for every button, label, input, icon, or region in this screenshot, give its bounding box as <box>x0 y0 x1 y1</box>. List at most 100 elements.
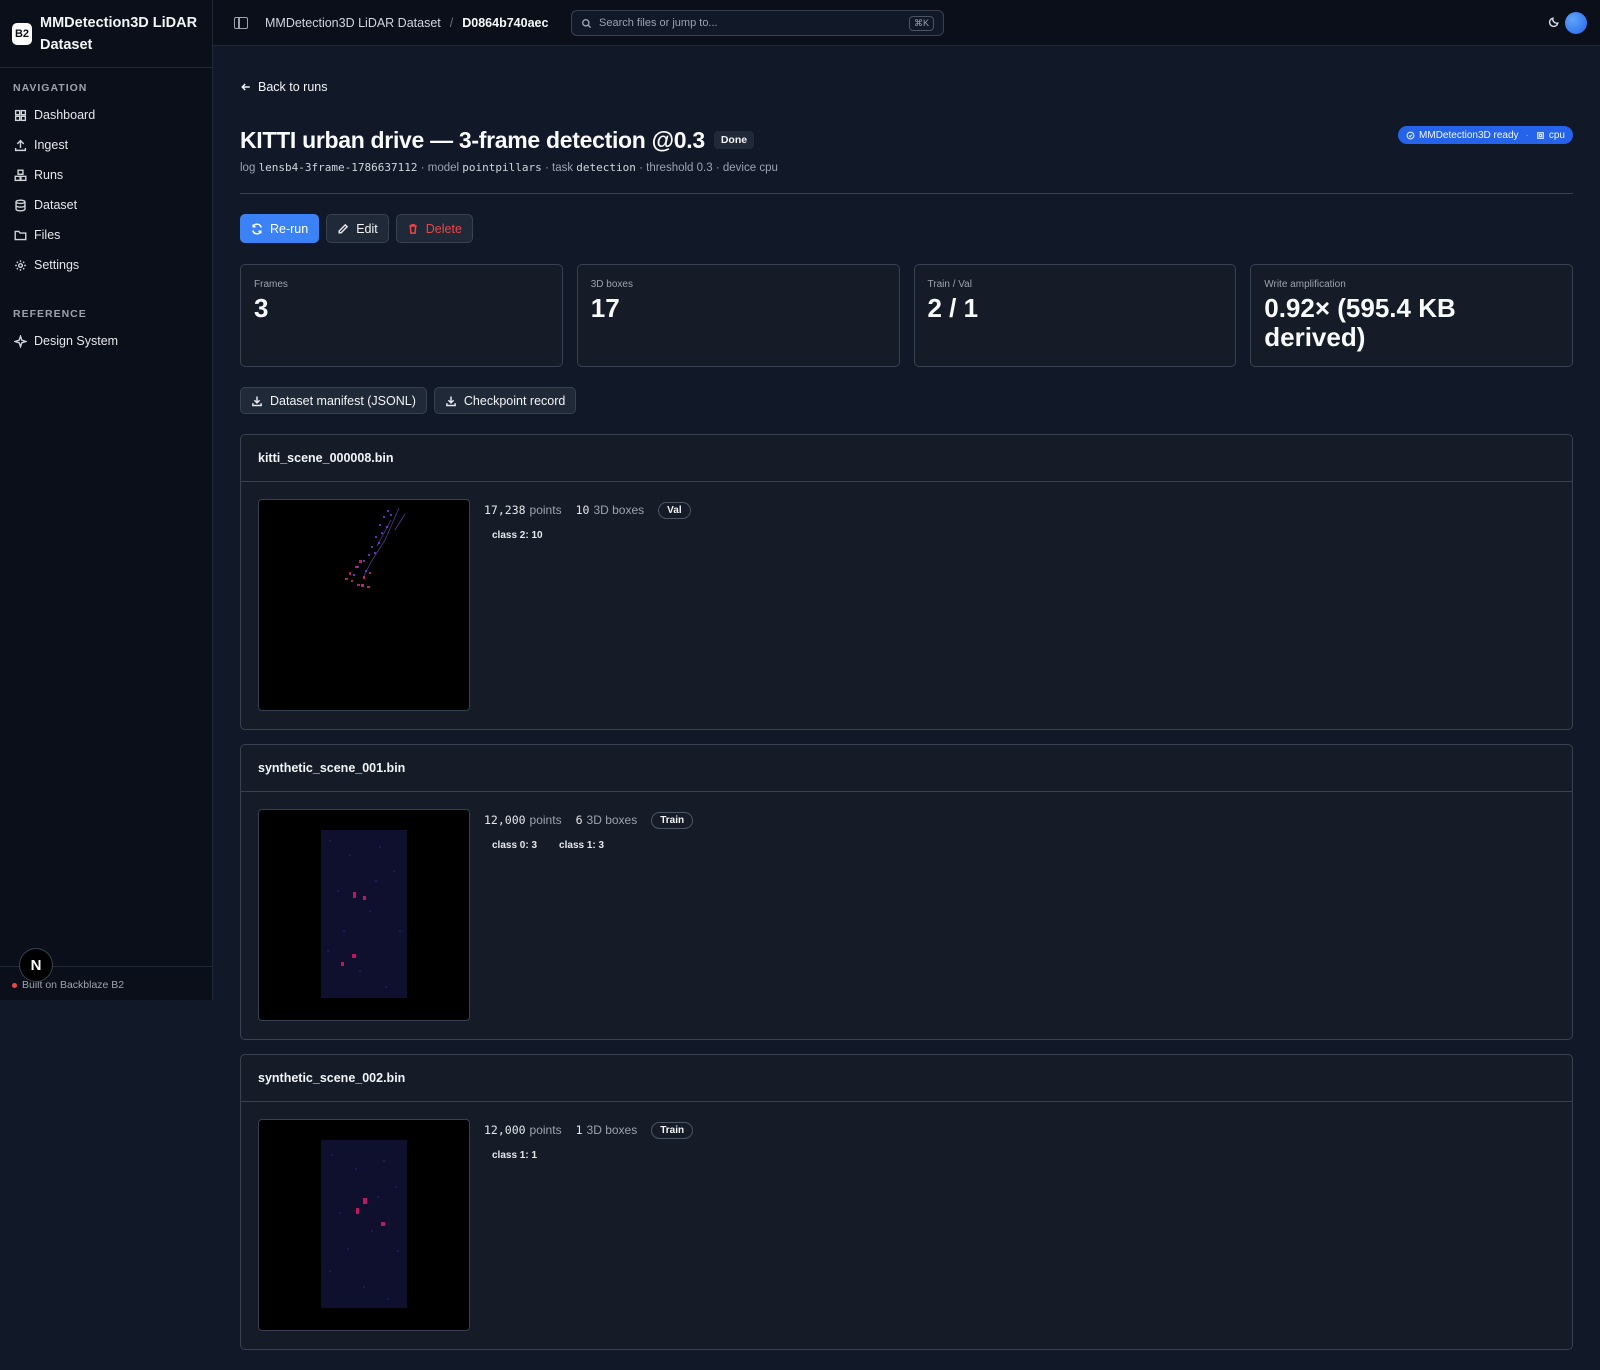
points-label: points <box>529 813 562 827</box>
separator-dot: · <box>1525 129 1529 141</box>
points-count: 17,238 <box>484 503 526 517</box>
stat-value: 17 <box>590 293 620 323</box>
grid-icon <box>14 109 27 121</box>
class-count: class 1: 3 <box>559 840 605 851</box>
sidebar-toggle-icon[interactable] <box>234 16 248 29</box>
breadcrumb-current: D0864b740aec <box>462 15 549 30</box>
meta-threshold-label: threshold <box>646 162 694 174</box>
check-circle-icon <box>1406 131 1415 139</box>
divider <box>240 193 1573 194</box>
database-icon <box>15 199 26 211</box>
stat-card: Frames 3 <box>240 264 563 367</box>
rerun-button[interactable]: Re-run <box>240 214 320 243</box>
sidebar-item-label: Ingest <box>34 138 69 152</box>
sidebar-item-label: Runs <box>34 168 64 182</box>
brand-logo: B2 <box>12 22 32 45</box>
pointcloud-thumbnail[interactable] <box>258 809 470 1021</box>
meta-task-label: task <box>552 162 574 174</box>
meta-log-value: lensb4-3frame-1786637112 <box>258 161 418 174</box>
meta-task-value: detection <box>576 161 636 174</box>
pointcloud-thumbnail[interactable] <box>258 1119 470 1331</box>
edit-button[interactable]: Edit <box>326 214 389 243</box>
main-content: Back to runs KITTI urban drive — 3-frame… <box>240 46 1573 1350</box>
sidebar-item-label: Files <box>34 228 61 242</box>
scene-card: synthetic_scene_002.bin 12,000 points 1 … <box>240 1054 1573 1350</box>
avatar[interactable] <box>1565 12 1587 34</box>
n-badge-button[interactable]: N <box>19 948 53 982</box>
pointcloud-thumbnail[interactable] <box>258 499 470 711</box>
stat-label: Train / Val <box>927 279 972 290</box>
sidebar-item-dashboard[interactable]: Dashboard <box>0 100 212 130</box>
class-count: class 1: 1 <box>492 1150 538 1161</box>
split-badge: Train <box>651 811 694 829</box>
sidebar-item-settings[interactable]: Settings <box>0 250 212 280</box>
device-label: cpu <box>1548 129 1565 141</box>
trash-icon <box>409 223 417 234</box>
boxes-label: 3D boxes <box>586 813 638 827</box>
theme-toggle[interactable] <box>1548 16 1560 28</box>
pencil-icon <box>338 223 349 233</box>
sidebar-item-ingest[interactable]: Ingest <box>0 130 212 160</box>
cpu-icon <box>1537 131 1544 139</box>
download-checkpoint-button[interactable]: Checkpoint record <box>433 387 577 414</box>
sidebar-item-design-system[interactable]: Design System <box>0 326 212 356</box>
points-label: points <box>529 503 562 517</box>
split-badge: Train <box>651 1121 694 1139</box>
sidebar-item-label: Dataset <box>34 198 78 212</box>
sidebar-item-runs[interactable]: Runs <box>0 160 212 190</box>
boxes-count: 10 <box>575 503 590 517</box>
breadcrumb: MMDetection3D LiDAR Dataset / D0864b740a… <box>265 16 548 30</box>
meta-log-label: log <box>240 162 256 174</box>
meta-model-value: pointpillars <box>462 161 542 174</box>
ready-label: MMDetection3D ready <box>1419 129 1519 141</box>
boxes-count: 6 <box>575 813 583 827</box>
status-badge: Done <box>713 131 755 149</box>
boxes-icon <box>14 169 27 181</box>
action-bar: Re-run Edit Delete <box>240 214 1573 243</box>
refresh-icon <box>252 222 262 235</box>
points-label: points <box>529 1123 562 1137</box>
sparkle-icon <box>14 334 27 348</box>
pointcloud-image <box>345 507 406 588</box>
class-count: class 2: 10 <box>492 530 543 541</box>
status-dot <box>12 982 17 988</box>
delete-button[interactable]: Delete <box>395 214 473 243</box>
moon-icon <box>1548 17 1559 28</box>
sidebar-item-label: Settings <box>34 258 80 272</box>
nav-heading: NAVIGATION <box>13 82 88 94</box>
stat-label: 3D boxes <box>590 279 633 290</box>
stat-card: Write amplification 0.92× (595.4 KB deri… <box>1250 264 1573 367</box>
meta-device-value: cpu <box>759 162 778 174</box>
pointcloud-image <box>321 1140 407 1308</box>
sidebar: B2 MMDetection3D LiDAR Dataset NAVIGATIO… <box>0 0 213 1000</box>
delete-label: Delete <box>425 221 462 236</box>
points-count: 12,000 <box>484 813 526 827</box>
stat-card: 3D boxes 17 <box>576 264 900 367</box>
ready-badge: MMDetection3D ready · cpu <box>1398 126 1573 144</box>
search-shortcut: ⌘K <box>908 15 934 31</box>
back-to-runs-link[interactable]: Back to runs <box>240 79 1573 95</box>
sidebar-item-files[interactable]: Files <box>0 220 212 250</box>
search-input[interactable]: Search files or jump to... ⌘K <box>571 10 944 36</box>
run-meta: log lensb4-3frame-1786637112 · model poi… <box>240 161 778 174</box>
stat-value: 2 / 1 <box>927 293 979 323</box>
scene-filename: synthetic_scene_001.bin <box>241 745 1572 792</box>
points-count: 12,000 <box>484 1123 526 1137</box>
download-icon <box>446 396 456 406</box>
split-badge: Val <box>658 501 691 519</box>
boxes-label: 3D boxes <box>586 1123 638 1137</box>
sidebar-item-dataset[interactable]: Dataset <box>0 190 212 220</box>
brand[interactable]: B2 MMDetection3D LiDAR Dataset <box>0 0 212 68</box>
stat-label: Frames <box>254 279 288 290</box>
breadcrumb-item[interactable]: MMDetection3D LiDAR Dataset <box>265 16 441 30</box>
manifest-label: Dataset manifest (JSONL) <box>270 393 416 408</box>
stat-label: Write amplification <box>1264 279 1346 290</box>
checkpoint-label: Checkpoint record <box>463 393 566 408</box>
boxes-count: 1 <box>575 1123 583 1137</box>
meta-model-label: model <box>427 162 460 174</box>
topbar: MMDetection3D LiDAR Dataset / D0864b740a… <box>213 0 1600 46</box>
sidebar-item-label: Dashboard <box>34 108 96 122</box>
stat-value: 0.92× (595.4 KB derived) <box>1264 293 1456 352</box>
download-manifest-button[interactable]: Dataset manifest (JSONL) <box>240 387 427 414</box>
boxes-label: 3D boxes <box>593 503 645 517</box>
